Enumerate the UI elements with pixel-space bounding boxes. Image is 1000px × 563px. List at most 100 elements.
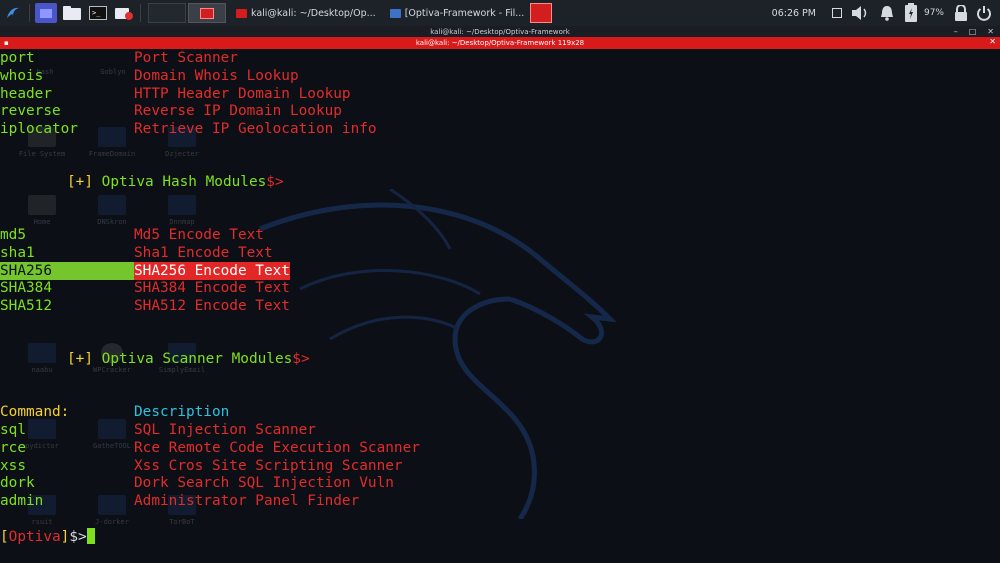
module-row: dork Dork Search SQL Injection Vuln xyxy=(0,474,394,492)
command-description: Reverse IP Domain Lookup xyxy=(134,103,342,119)
module-row: iplocator Retrieve IP Geolocation info xyxy=(0,120,377,138)
battery-icon[interactable] xyxy=(904,3,918,23)
task-label: kali@kali: ~/Desktop/Op... xyxy=(251,7,376,19)
module-row: sha1 Sha1 Encode Text xyxy=(0,244,273,262)
task-window-icon[interactable] xyxy=(530,3,553,23)
maximize-icon[interactable]: □ xyxy=(969,27,977,36)
module-row: reverse Reverse IP Domain Lookup xyxy=(0,102,342,120)
bell-icon[interactable] xyxy=(878,4,896,22)
prompt-bracket-open: [ xyxy=(0,529,9,545)
command-name: sql xyxy=(0,422,26,438)
command-name: SHA256 xyxy=(0,262,134,280)
window-icon[interactable] xyxy=(831,8,842,18)
command-description: Dork Search SQL Injection Vuln xyxy=(134,475,394,491)
folder-icon xyxy=(98,495,126,515)
separator xyxy=(29,4,30,22)
window-thumb xyxy=(200,7,214,19)
desktop-icon: FrameDomain xyxy=(82,127,142,167)
command-description: SHA512 Encode Text xyxy=(134,298,290,314)
kali-menu-icon[interactable] xyxy=(0,0,26,26)
header-suffix: $> xyxy=(266,174,284,190)
terminal-icon[interactable]: >_ xyxy=(87,3,109,23)
command-description: Domain Whois Lookup xyxy=(134,68,299,84)
module-row: rce Rce Remote Code Execution Scanner xyxy=(0,439,420,457)
column-headings: Command: Description xyxy=(0,403,229,421)
module-row: SHA512 SHA512 Encode Text xyxy=(0,297,290,315)
window-controls: – □ ✕ xyxy=(943,26,994,37)
terminal-tab[interactable]: ▪ kali@kali: ~/Desktop/Optiva-Framework … xyxy=(0,37,1000,49)
screen-recorder-icon[interactable] xyxy=(113,3,135,23)
command-description: Port Scanner xyxy=(134,50,238,66)
desktop-icon: DNSkron xyxy=(82,195,142,235)
folder-icon xyxy=(28,343,56,363)
folder-icon xyxy=(98,195,126,215)
module-row: admin Administrator Panel Finder xyxy=(0,492,359,510)
minimize-icon[interactable]: – xyxy=(954,27,958,36)
folder-icon xyxy=(98,127,126,147)
window-title: kali@kali: ~/Desktop/Optiva-Framework xyxy=(430,27,570,36)
workspace-1[interactable] xyxy=(148,3,186,23)
module-row: port Port Scanner xyxy=(0,49,238,67)
tab-title: kali@kali: ~/Desktop/Optiva-Framework 11… xyxy=(415,39,585,47)
task-file-manager[interactable]: [Optiva-Framework - Fil... xyxy=(386,2,529,24)
command-name: sha1 xyxy=(0,245,35,261)
command-name: dork xyxy=(0,475,35,491)
module-row: SHA384 SHA384 Encode Text xyxy=(0,279,290,297)
folder-icon xyxy=(168,195,196,215)
command-description: SHA384 Encode Text xyxy=(134,280,290,296)
header-title: Optiva Scanner Modules xyxy=(101,351,293,367)
task-terminal[interactable]: kali@kali: ~/Desktop/Op... xyxy=(232,2,380,24)
command-name: xss xyxy=(0,458,26,474)
command-description: Xss Cros Site Scripting Scanner xyxy=(134,458,403,474)
command-description: SHA256 Encode Text xyxy=(134,262,290,280)
command-description: Retrieve IP Geolocation info xyxy=(134,121,377,137)
command-name: admin xyxy=(0,493,44,509)
module-row-selected: SHA256 SHA256 Encode Text xyxy=(0,262,290,280)
command-description: Sha1 Encode Text xyxy=(134,245,273,261)
file-manager-icon[interactable] xyxy=(61,3,83,23)
terminal-output[interactable]: bash Goblyn File System FrameDomain Dzje… xyxy=(0,49,1000,563)
top-panel: >_ kali@kali: ~/Desktop/Op... [Optiva-Fr… xyxy=(0,0,1000,26)
command-name: SHA384 xyxy=(0,280,52,296)
tab-close-icon[interactable]: ✕ xyxy=(989,37,996,46)
folder-icon xyxy=(98,419,126,439)
command-name: header xyxy=(0,86,52,102)
separator xyxy=(140,4,141,22)
folder-icon xyxy=(28,419,56,439)
module-row: sql SQL Injection Scanner xyxy=(0,421,316,439)
home-folder-icon xyxy=(28,195,56,215)
show-desktop-icon[interactable] xyxy=(35,3,57,23)
command-description: HTTP Header Domain Lookup xyxy=(134,86,351,102)
folder-icon xyxy=(389,8,401,18)
workspace-2[interactable] xyxy=(188,3,226,23)
module-row: md5 Md5 Encode Text xyxy=(0,226,264,244)
module-row: header HTTP Header Domain Lookup xyxy=(0,85,351,103)
module-row: xss Xss Cros Site Scripting Scanner xyxy=(0,457,403,475)
command-name: md5 xyxy=(0,227,26,243)
command-prompt[interactable]: [Optiva]$> xyxy=(0,528,95,546)
system-tray: 06:26 PM 97% xyxy=(772,0,1000,26)
section-header-scanner: [+] Optiva Scanner Modules$> xyxy=(67,350,310,368)
battery-percent: 97% xyxy=(923,8,944,18)
desktop-icon: naabu xyxy=(12,343,72,383)
command-name: iplocator xyxy=(0,121,78,137)
command-name: whois xyxy=(0,68,44,84)
command-description: Administrator Panel Finder xyxy=(134,493,360,509)
text-cursor[interactable] xyxy=(86,528,95,544)
header-prefix: [+] xyxy=(67,174,93,190)
task-label: [Optiva-Framework - Fil... xyxy=(404,7,525,19)
window-titlebar[interactable]: kali@kali: ~/Desktop/Optiva-Framework – … xyxy=(0,26,1000,37)
command-column-heading: Command: xyxy=(0,404,70,420)
command-name: port xyxy=(0,50,35,66)
module-row: whois Domain Whois Lookup xyxy=(0,67,299,85)
prompt-sign: $> xyxy=(69,529,87,545)
power-icon[interactable] xyxy=(976,5,992,21)
svg-text:>_: >_ xyxy=(92,9,101,17)
desktop-icon: GatheTOOL xyxy=(82,419,142,459)
tab-menu-icon[interactable]: ▪ xyxy=(4,39,9,47)
volume-icon[interactable] xyxy=(850,5,870,21)
close-icon[interactable]: ✕ xyxy=(987,27,994,36)
lock-icon[interactable] xyxy=(954,5,968,21)
clock[interactable]: 06:26 PM xyxy=(772,8,816,19)
command-name: SHA512 xyxy=(0,298,52,314)
